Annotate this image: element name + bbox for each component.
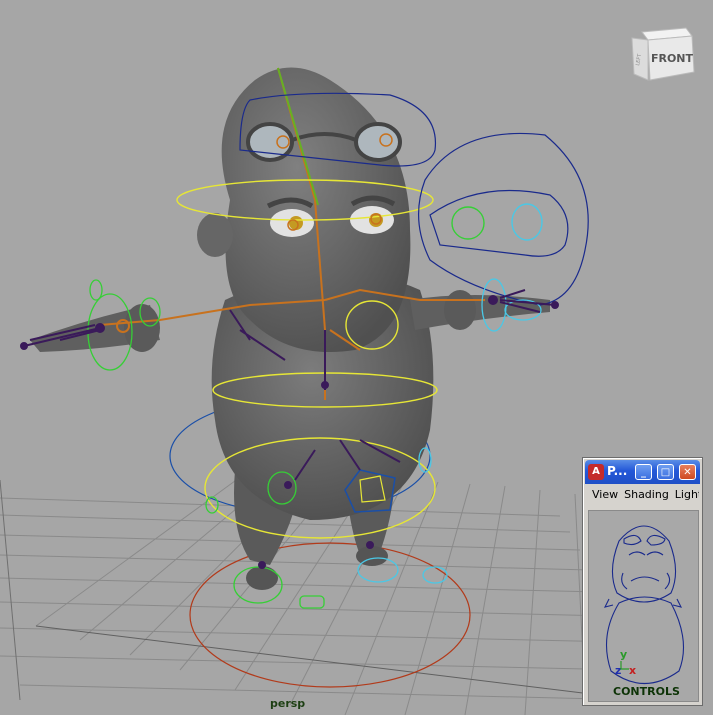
menu-lighting[interactable]: Lighti [675,488,699,501]
panel-menubar: View Shading Lighti [586,488,699,506]
axis-x-label: x [629,664,636,677]
perspective-viewport[interactable]: FRONT LEFT persp A P... _ □ ✕ View Shadin… [0,0,713,715]
controls-picker[interactable]: y z x [589,511,698,701]
menu-shading[interactable]: Shading [624,488,669,501]
menu-view[interactable]: View [592,488,618,501]
close-button[interactable]: ✕ [679,464,696,480]
eye-control-right[interactable] [511,203,543,241]
picker-head[interactable] [611,525,677,603]
viewcube-front-label: FRONT [651,52,694,65]
window-title: P... [607,464,628,478]
minimize-button[interactable]: _ [635,464,652,480]
window-titlebar[interactable]: A P... _ □ ✕ [585,460,700,484]
panel-viewport[interactable]: y z x CONTROLS [588,510,699,702]
ear [197,213,233,257]
left-foot [246,566,278,590]
eye-control-left[interactable] [451,206,485,240]
goggle-right [354,122,402,162]
picker-panel-window[interactable]: A P... _ □ ✕ View Shading Lighti y [582,457,703,706]
maya-icon[interactable]: A [588,464,604,480]
viewcube-icon[interactable]: FRONT LEFT [628,24,698,84]
maximize-button[interactable]: □ [657,464,674,480]
camera-name-label: persp [270,697,306,710]
controls-label: CONTROLS [613,685,680,698]
axis-y-label: y [620,648,627,661]
